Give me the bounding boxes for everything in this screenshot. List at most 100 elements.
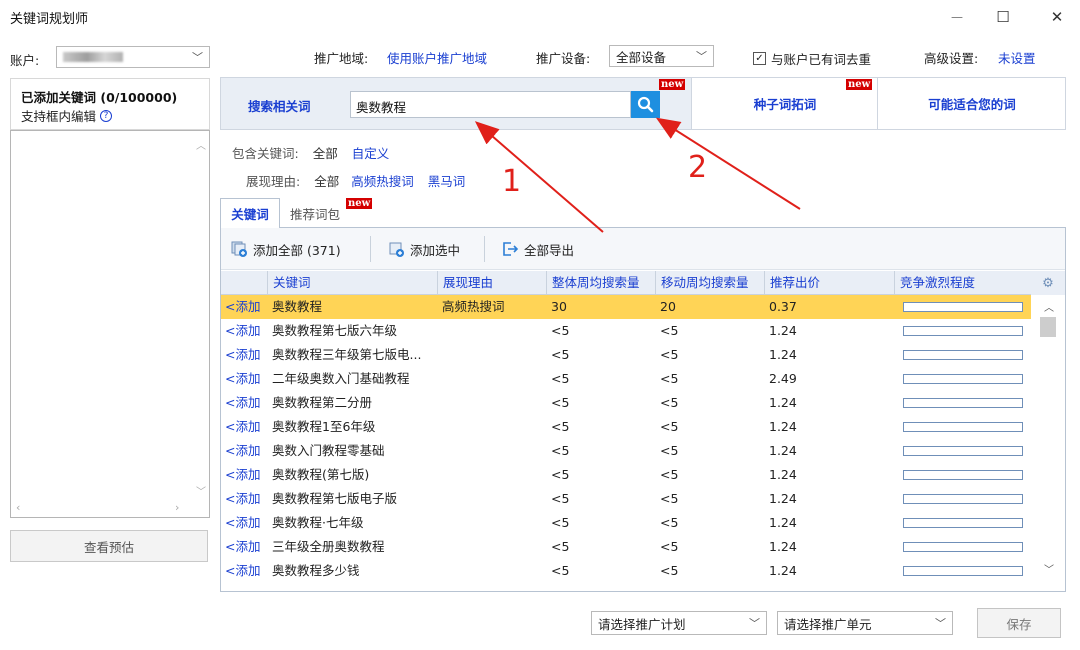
- column-header-reason[interactable]: 展现理由: [437, 271, 546, 295]
- add-selected-button[interactable]: 添加选中: [388, 238, 460, 260]
- reason-dark-horse-option[interactable]: 黑马词: [428, 171, 466, 190]
- maximize-button[interactable]: ☐: [980, 0, 1026, 34]
- region-label: 推广地域:: [314, 51, 369, 66]
- search-input[interactable]: 奥数教程: [350, 91, 631, 118]
- seed-new-badge: new: [846, 79, 873, 90]
- horizontal-scrollbar[interactable]: ‹ ›: [11, 500, 209, 517]
- column-header-competition[interactable]: 竞争激烈程度: [894, 271, 1031, 295]
- device-label: 推广设备:: [536, 51, 591, 66]
- column-header-mobile-search[interactable]: 移动周均搜索量: [655, 271, 764, 295]
- table-row[interactable]: <添加 奥数教程1至6年级 <5 <5 1.24: [221, 415, 1031, 439]
- added-keywords-title: 已添加关键词 (0/100000): [21, 90, 178, 105]
- add-row-link[interactable]: <添加: [221, 343, 267, 367]
- added-keywords-textarea[interactable]: ︿ ﹀ ‹ ›: [10, 130, 210, 518]
- add-row-link[interactable]: <添加: [221, 367, 267, 391]
- device-select[interactable]: 全部设备 ﹀: [609, 45, 714, 67]
- scroll-down-icon[interactable]: ﹀: [1044, 561, 1054, 576]
- chevron-down-icon: ﹀: [749, 617, 760, 630]
- column-settings-button[interactable]: ⚙: [1031, 271, 1065, 295]
- scroll-up-icon[interactable]: ︿: [1044, 299, 1054, 314]
- add-row-link[interactable]: <添加: [221, 535, 267, 559]
- export-all-button[interactable]: 全部导出: [502, 238, 574, 260]
- table-row[interactable]: <添加 奥数教程第二分册 <5 <5 1.24: [221, 391, 1031, 415]
- table-vertical-scrollbar[interactable]: ︿ ﹀: [1031, 295, 1065, 591]
- help-icon[interactable]: ?: [100, 109, 113, 122]
- column-header-bid[interactable]: 推荐出价: [764, 271, 894, 295]
- close-button[interactable]: ✕: [1034, 0, 1080, 34]
- scrollbar-thumb[interactable]: [1040, 317, 1056, 337]
- scroll-right-icon[interactable]: ›: [175, 501, 179, 514]
- vertical-scrollbar[interactable]: ︿ ﹀: [192, 131, 209, 501]
- add-row-link[interactable]: <添加: [221, 559, 267, 583]
- region-link[interactable]: 使用账户推广地域: [387, 48, 487, 67]
- table-row[interactable]: <添加 奥数教程第七版电子版 <5 <5 1.24: [221, 487, 1031, 511]
- plan-select[interactable]: 请选择推广计划 ﹀: [591, 611, 767, 635]
- dedupe-label: 与账户已有词去重: [771, 52, 872, 67]
- cell-total: <5: [551, 419, 570, 434]
- subtab-keywords[interactable]: 关键词: [220, 198, 280, 229]
- dedupe-checkbox[interactable]: ✓ 与账户已有词去重: [753, 49, 871, 68]
- add-row-link[interactable]: <添加: [221, 295, 267, 319]
- tab-seed-expand-label: 种子词拓词: [753, 97, 817, 112]
- save-button[interactable]: 保存: [977, 608, 1061, 638]
- contains-all-option[interactable]: 全部: [313, 143, 338, 162]
- scroll-up-icon[interactable]: ︿: [196, 137, 206, 152]
- add-all-button[interactable]: 添加全部 (371): [231, 238, 341, 260]
- add-row-link[interactable]: <添加: [221, 391, 267, 415]
- table-row[interactable]: <添加 奥数教程 高频热搜词 30 20 0.37: [221, 295, 1031, 319]
- add-row-link[interactable]: <添加: [221, 319, 267, 343]
- chevron-down-icon: ﹀: [696, 50, 707, 63]
- scroll-left-icon[interactable]: ‹: [16, 501, 20, 514]
- minimize-button[interactable]: —: [934, 0, 980, 34]
- cell-total: 30: [551, 299, 567, 314]
- add-row-link[interactable]: <添加: [221, 439, 267, 463]
- table-header: 关键词 展现理由 整体周均搜索量 移动周均搜索量 推荐出价 竞争激烈程度: [221, 271, 1031, 295]
- add-row-link[interactable]: <添加: [221, 511, 267, 535]
- advanced-link[interactable]: 未设置: [998, 48, 1036, 67]
- table-row[interactable]: <添加 二年级奥数入门基础教程 <5 <5 2.49: [221, 367, 1031, 391]
- reason-hot-option[interactable]: 高频热搜词: [351, 171, 414, 190]
- competition-meter: [903, 374, 1023, 384]
- chevron-down-icon: ﹀: [192, 51, 203, 64]
- cell-total: <5: [551, 323, 570, 338]
- cell-reason: [437, 487, 546, 511]
- cell-total: <5: [551, 371, 570, 386]
- contains-filter: 包含关键词: 全部 自定义: [232, 143, 389, 162]
- view-estimate-button[interactable]: 查看预估: [10, 530, 208, 562]
- add-row-link[interactable]: <添加: [221, 487, 267, 511]
- table-row[interactable]: <添加 奥数入门教程零基础 <5 <5 1.24: [221, 439, 1031, 463]
- cell-reason: [437, 415, 546, 439]
- tab-suggested-words[interactable]: 可能适合您的词: [879, 78, 1065, 129]
- search-button[interactable]: [631, 91, 660, 118]
- toolbar-divider: [370, 236, 371, 262]
- add-row-link[interactable]: <添加: [221, 463, 267, 487]
- cell-mobile: <5: [660, 539, 679, 554]
- reason-all-option[interactable]: 全部: [314, 171, 339, 190]
- table-row[interactable]: <添加 奥数教程三年级第七版电... <5 <5 1.24: [221, 343, 1031, 367]
- annotation-number: 2: [688, 150, 708, 185]
- table-row[interactable]: <添加 奥数教程(第七版) <5 <5 1.24: [221, 463, 1031, 487]
- cell-keyword: 三年级全册奥数教程: [272, 539, 385, 554]
- contains-custom-option[interactable]: 自定义: [352, 143, 390, 162]
- cell-reason: [437, 391, 546, 415]
- tab-search-related[interactable]: 搜索相关词 奥数教程 new: [221, 78, 692, 129]
- table-row[interactable]: <添加 奥数教程多少钱 <5 <5 1.24: [221, 559, 1031, 583]
- add-row-link[interactable]: <添加: [221, 415, 267, 439]
- table-row[interactable]: <添加 三年级全册奥数教程 <5 <5 1.24: [221, 535, 1031, 559]
- search-new-badge: new: [659, 79, 686, 90]
- annotation-arrow: [655, 117, 801, 210]
- cell-bid: 1.24: [769, 539, 797, 554]
- unit-select[interactable]: 请选择推广单元 ﹀: [777, 611, 953, 635]
- table-row[interactable]: <添加 奥数教程第七版六年级 <5 <5 1.24: [221, 319, 1031, 343]
- export-icon: [503, 242, 519, 256]
- cell-bid: 1.24: [769, 515, 797, 530]
- subtab-recommended-packs[interactable]: 推荐词包: [290, 204, 340, 223]
- cell-bid: 1.24: [769, 323, 797, 338]
- cell-reason: 高频热搜词: [442, 299, 505, 314]
- cell-mobile: <5: [660, 443, 679, 458]
- table-row[interactable]: <添加 奥数教程·七年级 <5 <5 1.24: [221, 511, 1031, 535]
- scroll-down-icon[interactable]: ﹀: [196, 483, 206, 498]
- account-select[interactable]: ﹀: [56, 46, 210, 68]
- column-header-keyword[interactable]: 关键词: [267, 271, 437, 295]
- column-header-total-search[interactable]: 整体周均搜索量: [546, 271, 655, 295]
